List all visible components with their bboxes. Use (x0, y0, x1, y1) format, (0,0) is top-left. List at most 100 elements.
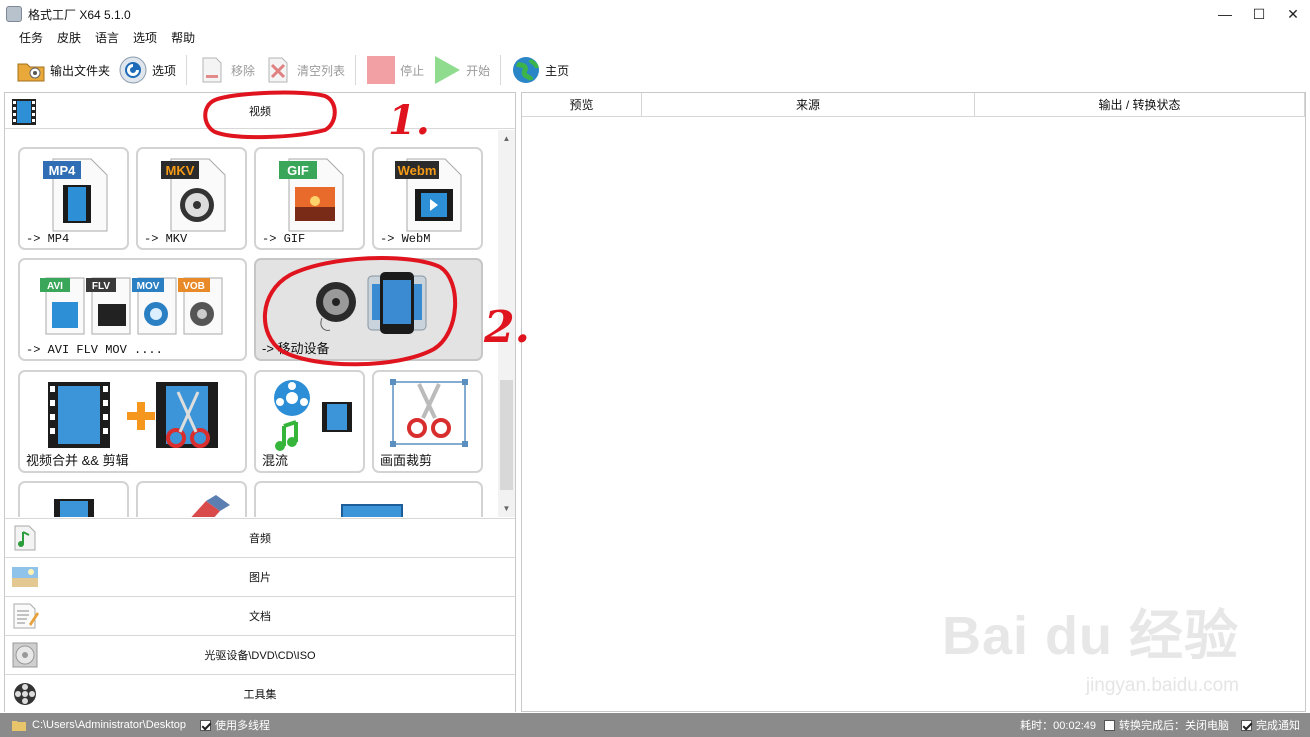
picture-icon (12, 567, 38, 587)
maximize-button[interactable]: ☐ (1242, 0, 1276, 28)
status-bar: C:\Users\Administrator\Desktop 使用多线程 耗时：… (0, 713, 1310, 737)
play-icon (432, 55, 462, 85)
after-done-checkbox[interactable] (1104, 719, 1115, 731)
category-panel: 视频 MP4 -> MP4 MKV -> MKV GIF -> GIF Webm… (4, 92, 516, 712)
multi-format-icon: AVI FLV MOV VOB (40, 277, 223, 335)
mov-badge-text: MOV (137, 281, 160, 292)
category-toolbox-label: 工具集 (243, 688, 277, 701)
tile-label: -> 移动设备 (262, 341, 330, 356)
notify-checkbox[interactable] (1241, 719, 1252, 731)
tile-to-mp4[interactable]: MP4 -> MP4 (18, 147, 129, 250)
tile-label: -> MP4 (26, 232, 70, 246)
notify-label: 完成通知 (1256, 720, 1300, 732)
title-bar: 格式工厂 X64 5.1.0 — ☐ ✕ (0, 0, 1310, 28)
mux-icon (274, 380, 352, 451)
folder-icon (12, 721, 26, 731)
crop-scissors-icon (390, 379, 468, 447)
start-label: 开始 (466, 63, 491, 78)
elapsed-time: 耗时：00:02:49 (1020, 720, 1096, 732)
stop-button[interactable]: 停止 (362, 52, 428, 88)
avi-badge-text: AVI (47, 281, 63, 292)
column-output-status[interactable]: 输出 / 转换状态 (975, 93, 1305, 117)
options-label: 选项 (152, 63, 177, 78)
gear-icon (118, 55, 148, 85)
output-path[interactable]: C:\Users\Administrator\Desktop (32, 719, 186, 731)
video-thumbnail-icon (54, 499, 94, 517)
tile-video-merge-edit[interactable]: 视频合并 && 剪辑 (18, 370, 247, 473)
tile-label: 视频合并 && 剪辑 (26, 453, 129, 468)
video-tool-grid: MP4 -> MP4 MKV -> MKV GIF -> GIF Webm ->… (5, 130, 497, 517)
task-list[interactable]: 预览 来源 输出 / 转换状态 Bai du 经验 jingyan.baidu.… (521, 92, 1306, 712)
menu-task[interactable]: 任务 (12, 28, 50, 48)
mp4-badge-text: MP4 (49, 163, 77, 178)
tile-partial[interactable] (136, 481, 247, 517)
stop-label: 停止 (400, 63, 425, 78)
after-done-label: 转换完成后：关闭电脑 (1119, 720, 1229, 732)
multithread-label: 使用多线程 (215, 720, 271, 732)
tile-label: 画面裁剪 (380, 453, 433, 468)
gif-file-icon: GIF (279, 158, 344, 232)
remove-icon (197, 55, 227, 85)
scroll-down-arrow[interactable]: ▼ (498, 500, 515, 517)
toolbar-separator (355, 55, 357, 85)
globe-icon (511, 55, 541, 85)
menu-options[interactable]: 选项 (126, 28, 164, 48)
category-toolbox[interactable]: 工具集 (5, 674, 515, 712)
tile-crop[interactable]: 画面裁剪 (372, 370, 483, 473)
tile-scrollbar[interactable]: ▲ ▼ (498, 130, 515, 517)
window-title: 格式工厂 X64 5.1.0 (28, 7, 131, 22)
column-source[interactable]: 来源 (642, 93, 975, 117)
screen-icon (341, 504, 403, 517)
film-reel-icon (14, 683, 36, 705)
multithread-checkbox[interactable] (200, 719, 212, 731)
tile-to-avi-flv-mov[interactable]: AVI FLV MOV VOB -> AVI FLV MOV .... (18, 258, 247, 361)
tile-mux[interactable]: 混流 (254, 370, 365, 473)
disc-drive-icon (12, 642, 38, 668)
category-disc-label: 光驱设备\DVD\CD\ISO (204, 649, 316, 662)
clear-list-button[interactable]: 清空列表 (259, 52, 349, 88)
tile-label: -> AVI FLV MOV .... (26, 343, 163, 357)
video-category-header[interactable]: 视频 (5, 93, 515, 129)
category-audio[interactable]: 音频 (5, 518, 515, 556)
folder-icon (16, 55, 46, 85)
mkv-file-icon: MKV (161, 158, 226, 232)
tile-label: -> MKV (144, 232, 188, 246)
category-document-label: 文档 (249, 610, 271, 623)
category-picture-label: 图片 (249, 571, 271, 584)
document-icon (13, 603, 39, 629)
gif-badge-text: GIF (287, 163, 309, 178)
remove-button[interactable]: 移除 (193, 52, 259, 88)
scroll-thumb[interactable] (500, 380, 513, 490)
scroll-up-arrow[interactable]: ▲ (498, 130, 515, 147)
tile-partial[interactable] (254, 481, 483, 517)
clear-list-label: 清空列表 (297, 63, 346, 78)
tile-to-webm[interactable]: Webm -> WebM (372, 147, 483, 250)
home-button[interactable]: 主页 (507, 52, 573, 88)
tile-to-gif[interactable]: GIF -> GIF (254, 147, 365, 250)
menu-language[interactable]: 语言 (88, 28, 126, 48)
options-button[interactable]: 选项 (114, 52, 180, 88)
close-button[interactable]: ✕ (1276, 0, 1310, 28)
music-note-icon (14, 525, 36, 551)
column-preview[interactable]: 预览 (522, 93, 642, 117)
tile-label: 混流 (262, 453, 289, 468)
category-document[interactable]: 文档 (5, 596, 515, 634)
webm-file-icon: Webm (395, 158, 462, 232)
menu-help[interactable]: 帮助 (164, 28, 202, 48)
tile-label: -> WebM (380, 232, 431, 246)
mkv-badge-text: MKV (166, 163, 195, 178)
tile-to-mobile-device[interactable]: -> 移动设备 (254, 258, 483, 361)
webm-badge-text: Webm (398, 163, 437, 178)
output-folder-label: 输出文件夹 (50, 63, 111, 78)
output-folder-button[interactable]: 输出文件夹 (12, 52, 114, 88)
tile-to-mkv[interactable]: MKV -> MKV (136, 147, 247, 250)
minimize-button[interactable]: — (1208, 0, 1242, 28)
category-disc[interactable]: 光驱设备\DVD\CD\ISO (5, 635, 515, 673)
menu-skin[interactable]: 皮肤 (50, 28, 88, 48)
category-picture[interactable]: 图片 (5, 557, 515, 595)
eraser-icon (191, 495, 230, 517)
video-merge-icon (48, 382, 218, 448)
start-button[interactable]: 开始 (428, 52, 494, 88)
menu-bar: 任务 皮肤 语言 选项 帮助 (0, 28, 202, 48)
tile-partial[interactable] (18, 481, 129, 517)
